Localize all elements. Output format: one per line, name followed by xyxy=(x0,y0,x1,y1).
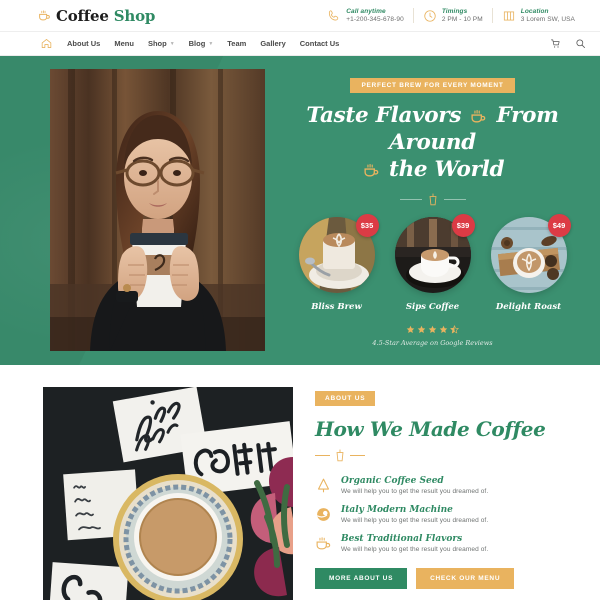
feature-title: Organic Coffee Seed xyxy=(341,476,444,486)
nav-item-label: Gallery xyxy=(260,39,286,48)
hero-image xyxy=(50,69,265,351)
nav-item-label: About Us xyxy=(67,39,101,48)
cart-icon[interactable] xyxy=(550,38,561,49)
rating-block: 4.5-Star Average on Google Reviews xyxy=(372,324,493,347)
top-bar: Coffee Shop Call anytime +1-200-345-678-… xyxy=(0,0,600,32)
nav-item-label: Menu xyxy=(114,39,134,48)
product-price-badge: $39 xyxy=(451,213,475,237)
cold-drink-glass-icon xyxy=(429,193,436,205)
coffee-cup-icon xyxy=(316,537,331,550)
cold-drink-glass-icon xyxy=(336,449,344,462)
woman-holding-coffee-photo xyxy=(50,69,265,351)
contact-value: 2 PM - 10 PM xyxy=(441,15,483,23)
nav-links: About Us Menu Shop ▼ Blog ▼ Team Gallery C… xyxy=(67,39,339,48)
divider-line-left xyxy=(399,198,422,200)
contact-timings[interactable]: Timings 2 PM - 10 PM xyxy=(412,8,492,23)
contact-title: Timings xyxy=(441,8,468,16)
feature-item: Best Traditional Flavors We will help yo… xyxy=(315,534,584,553)
contact-call-anytime[interactable]: Call anytime +1-200-345-678-90 xyxy=(318,8,413,23)
product-card[interactable]: $35 Bliss Brew xyxy=(298,213,379,312)
nav-item-gallery[interactable]: Gallery xyxy=(260,39,285,48)
hero-content: PERFECT BREW FOR EVERY MOMENT Taste Flav… xyxy=(265,56,600,365)
logo-text-accent: Shop xyxy=(113,6,156,25)
contact-title: Call anytime xyxy=(346,8,386,16)
clock-icon xyxy=(424,9,436,22)
contact-value: +1-200-345-678-90 xyxy=(346,15,404,23)
star-icon xyxy=(428,325,437,333)
hero-divider xyxy=(399,193,466,206)
nav-item-label: Shop xyxy=(147,39,167,48)
hero-title: Taste Flavors From Around the World xyxy=(287,103,578,184)
star-icon xyxy=(417,325,426,333)
feature-title: Best Traditional Flavors xyxy=(341,534,463,544)
chevron-down-icon: ▼ xyxy=(169,40,175,47)
feature-description: We will help you to get the result you d… xyxy=(341,488,489,495)
about-divider xyxy=(315,449,584,462)
star-icon xyxy=(439,325,448,333)
hero-title-part3: the World xyxy=(388,156,505,182)
coffee-plant-icon xyxy=(318,478,329,493)
product-name: Bliss Brew xyxy=(311,301,362,312)
nav-item-contact-us[interactable]: Contact Us xyxy=(300,39,340,48)
nav-item-shop[interactable]: Shop ▼ xyxy=(148,39,175,48)
about-image xyxy=(43,387,293,600)
feature-title: Italy Modern Machine xyxy=(341,505,453,515)
phone-icon xyxy=(329,9,339,20)
feature-list: Organic Coffee Seed We will help you to … xyxy=(315,476,584,553)
nav-item-label: Team xyxy=(227,39,247,48)
nav-actions xyxy=(550,38,586,49)
feature-description: We will help you to get the result you d… xyxy=(341,517,489,524)
star-half-icon xyxy=(450,324,459,334)
star-rating xyxy=(372,324,492,334)
feature-description: We will help you to get the result you d… xyxy=(341,546,489,553)
product-name: Delight Roast xyxy=(495,301,562,312)
rating-text: 4.5-Star Average on Google Reviews xyxy=(372,338,493,347)
product-price-badge: $35 xyxy=(355,213,379,237)
nav-item-label: Blog xyxy=(188,39,206,48)
chevron-down-icon: ▼ xyxy=(208,40,214,47)
feature-item: Italy Modern Machine We will help you to… xyxy=(315,505,584,524)
contact-location[interactable]: Location 3 Lorem SW, USA xyxy=(491,8,584,23)
about-section: ABOUT US How We Made Coffee Organic Coff… xyxy=(0,365,600,600)
home-icon[interactable] xyxy=(40,37,53,50)
nav-item-about-us[interactable]: About Us xyxy=(67,39,100,48)
check-our-menu-button[interactable]: CHECK OUR MENU xyxy=(416,568,515,589)
hero-section: PERFECT BREW FOR EVERY MOMENT Taste Flav… xyxy=(0,56,600,365)
product-card[interactable]: $49 Delight Roast xyxy=(490,213,571,312)
star-icon xyxy=(406,325,415,333)
hero-title-part1: Taste Flavors xyxy=(306,103,462,128)
about-content: ABOUT US How We Made Coffee Organic Coff… xyxy=(293,387,600,600)
coffee-flatlay-photo xyxy=(43,387,293,600)
coffee-cup-icon xyxy=(39,10,50,21)
product-price-badge: $49 xyxy=(547,213,571,237)
hero-badge: PERFECT BREW FOR EVERY MOMENT xyxy=(350,78,515,93)
main-navigation: About Us Menu Shop ▼ Blog ▼ Team Gallery C… xyxy=(0,32,600,56)
divider-line-right xyxy=(350,455,365,456)
nav-item-team[interactable]: Team xyxy=(227,39,246,48)
nav-item-label: Contact Us xyxy=(299,39,340,48)
logo-text-primary: Coffee xyxy=(56,6,109,25)
product-card[interactable]: $39 Sips Coffee xyxy=(394,213,475,312)
divider-line-right xyxy=(443,198,466,200)
coffee-cup-icon xyxy=(471,109,486,123)
location-icon xyxy=(503,11,514,20)
product-list: $35 Bliss Brew $39 Sips Coffee $49 Delig… xyxy=(298,213,571,312)
top-bar-contact-group: Call anytime +1-200-345-678-90 Timings 2… xyxy=(318,8,584,23)
about-title: How We Made Coffee xyxy=(315,417,546,441)
contact-value: 3 Lorem SW, USA xyxy=(520,15,575,23)
coffee-machine-icon xyxy=(316,508,330,521)
nav-item-menu[interactable]: Menu xyxy=(114,39,134,48)
about-badge: ABOUT US xyxy=(315,391,376,406)
coffee-cup-icon xyxy=(364,163,379,177)
feature-item: Organic Coffee Seed We will help you to … xyxy=(315,476,584,495)
contact-title: Location xyxy=(520,8,549,16)
nav-item-blog[interactable]: Blog ▼ xyxy=(189,39,214,48)
search-icon[interactable] xyxy=(575,38,586,49)
more-about-us-button[interactable]: MORE ABOUT US xyxy=(315,568,408,589)
divider-line-left xyxy=(315,455,330,456)
about-buttons: MORE ABOUT US CHECK OUR MENU xyxy=(315,568,584,589)
product-name: Sips Coffee xyxy=(405,301,460,312)
site-logo[interactable]: Coffee Shop xyxy=(38,7,155,25)
